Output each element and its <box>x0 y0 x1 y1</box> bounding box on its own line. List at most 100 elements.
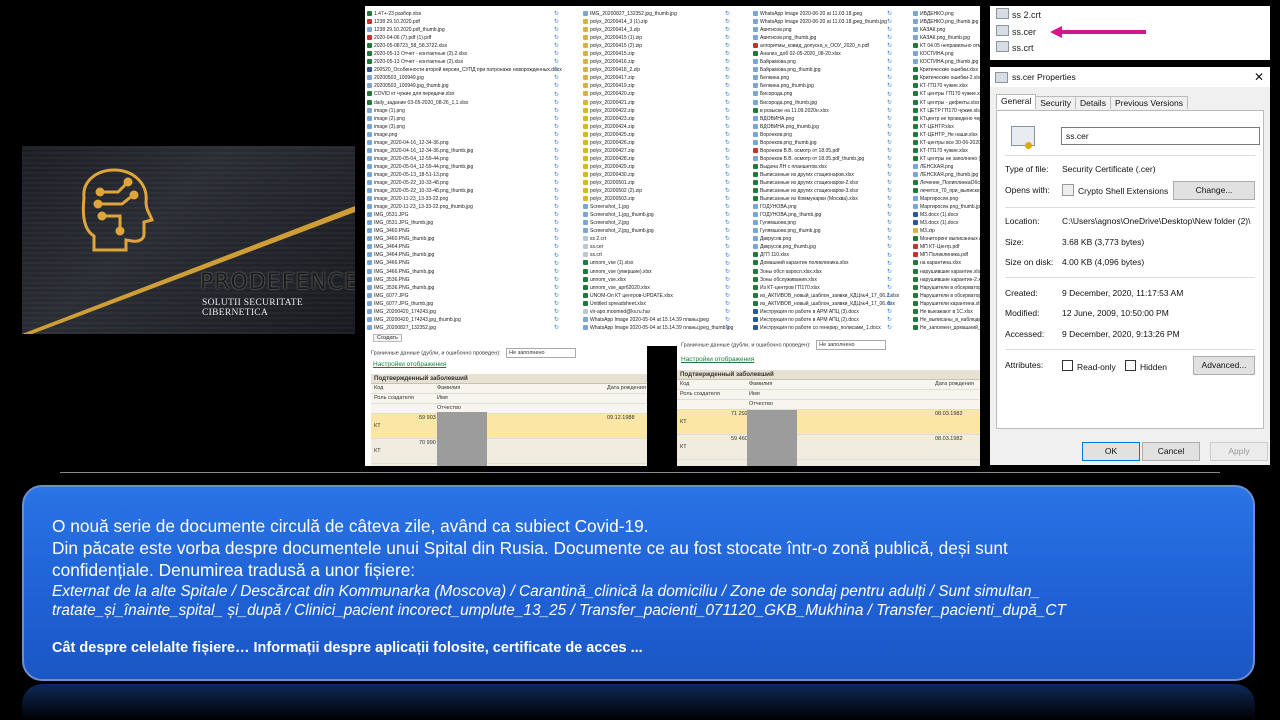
list-item[interactable]: Белкина.png_thumb.jpg <box>753 82 899 90</box>
list-item[interactable]: polyx_20200501.zip <box>583 179 733 187</box>
list-item[interactable]: ГОДУНОВА.png <box>753 203 899 211</box>
list-item[interactable]: Выписанные из других стационаров-2.xlsx <box>753 179 899 187</box>
list-item[interactable]: Воронков В.В. осмотр от 18.05.pdf <box>753 147 899 155</box>
list-item[interactable]: Инструкция по работе со генерир_полисами… <box>753 324 899 332</box>
list-item[interactable]: ЛЕНСКАЯ.png <box>913 163 980 171</box>
list-item[interactable]: ГОДУНОВА.png_thumb.jpg <box>753 211 899 219</box>
list-item[interactable]: IMG_3536.PNG_thumb.jpg <box>367 284 562 292</box>
display-settings-link[interactable]: Настройки отображения <box>681 356 754 363</box>
list-item[interactable]: МП КТ-Центр.pdf <box>913 243 980 251</box>
list-item[interactable]: polyx_20200425.zip <box>583 131 733 139</box>
list-item[interactable]: Нарушители в обсерваторе-2.xlsx <box>913 292 980 300</box>
tab-security[interactable]: Security <box>1035 96 1076 109</box>
table-row[interactable]: КТ 59 460 08.03.1982 <box>677 435 980 460</box>
list-item[interactable]: image (3).png <box>367 123 562 131</box>
list-item[interactable]: 2020-05-13 Отчет - контактные (2).2.xlsx <box>367 50 562 58</box>
list-item[interactable]: Инструкция по работе в АРМ АПЦ (3).docx <box>753 308 899 316</box>
close-icon[interactable]: ✕ <box>1254 70 1264 84</box>
list-item[interactable]: image_2020-11-23_13-33-22.png <box>367 195 562 203</box>
list-item[interactable]: Воронков В.В. осмотр от 18.05.pdf_thumb.… <box>753 155 899 163</box>
list-item[interactable]: КОСТИНА.png <box>913 50 980 58</box>
list-item[interactable]: в розыске на 11.09.2020н.xlsx <box>753 107 899 115</box>
list-item[interactable]: polyx_20200415 (2).zip <box>583 42 733 50</box>
list-item[interactable]: polyx_20200418_2.zip <box>583 66 733 74</box>
apply-button[interactable]: Apply <box>1210 442 1268 461</box>
list-item[interactable]: 20200503_100949.jpg_thumb.jpg <box>367 82 562 90</box>
list-item[interactable]: Бисорода.png <box>753 90 899 98</box>
list-item[interactable]: IMG_20200420_174243.jpg_thumb.jpg <box>367 316 562 324</box>
list-item[interactable]: polyx_20200430.zip <box>583 171 733 179</box>
list-item[interactable]: WhatsApp Image 2020-05-04 at 15.14.39 пл… <box>583 324 733 332</box>
list-item[interactable]: ss.cer <box>583 243 733 251</box>
list-item[interactable]: Байрамова.png <box>753 58 899 66</box>
tab-general[interactable]: General <box>996 94 1037 109</box>
list-item[interactable]: Зоны обслуживания.xlsx <box>753 276 899 284</box>
readonly-checkbox[interactable]: Read-only <box>1062 360 1116 372</box>
list-item[interactable]: IMG_0531.JPG_thumb.jpg <box>367 219 562 227</box>
list-item[interactable]: polyx_20200417.zip <box>583 74 733 82</box>
list-item[interactable]: Анализ_доб 02-05-2020_08-20.xlsx <box>753 50 899 58</box>
list-item[interactable]: Выписанные из других стационаров-3.xlsx <box>753 187 899 195</box>
list-item[interactable]: 2020-05-08723_58_58.3722.xlsx <box>367 42 562 50</box>
list-item[interactable]: Критические ошибки.xlsx <box>913 66 980 74</box>
list-item[interactable]: IMG_3460.PNG <box>367 227 562 235</box>
list-item[interactable]: Белкина.png <box>753 74 899 82</box>
list-item[interactable]: 1238 29.10.2020.pdf_thumb.jpg <box>367 26 562 34</box>
list-item[interactable]: 20200503_100949.jpg <box>367 74 562 82</box>
list-item[interactable]: image_2020-05-22_10-33-48.png <box>367 179 562 187</box>
list-item[interactable]: image_2020-11-23_13-33-22.png_thumb.jpg <box>367 203 562 211</box>
list-item[interactable]: ИВДЕНКО.png <box>913 10 980 18</box>
list-item[interactable]: нарушившие карантин-2.xlsx <box>913 276 980 284</box>
list-item[interactable]: IMG_3466.PNG_thumb.jpg <box>367 268 562 276</box>
list-item[interactable]: КТ центры ГП170 чужие.xlsx <box>913 90 980 98</box>
list-item[interactable]: IMG_6077.JPG <box>367 292 562 300</box>
list-item[interactable]: Из КТ-центров ГП170.xlsx <box>753 284 899 292</box>
list-item[interactable]: Выписанные из других стационаров.xlsx <box>753 171 899 179</box>
list-item[interactable]: Бисорода.png_thumb.jpg <box>753 99 899 107</box>
tab-details[interactable]: Details <box>1074 96 1111 109</box>
display-settings-link[interactable]: Настройки отображения <box>373 361 446 368</box>
table-row[interactable]: КТ 59 903 09.12.1988 <box>371 414 647 439</box>
advanced-button[interactable]: Advanced... <box>1193 356 1255 375</box>
list-item[interactable]: IMG_6077.JPG_thumb.jpg <box>367 300 562 308</box>
list-item[interactable]: polyx_20200428.zip <box>583 155 733 163</box>
list-item[interactable]: Лечение_ПолиплинкаОбследование.xlsx <box>913 179 980 187</box>
list-item[interactable]: Мартиросян.png <box>913 195 980 203</box>
create-button[interactable]: Создать <box>373 334 402 342</box>
list-item[interactable]: КТ центры не заполнено (1).xlsx <box>913 155 980 163</box>
list-item[interactable]: IMG_3460.PNG_thumb.jpg <box>367 235 562 243</box>
list-item[interactable]: КТ-ЦЕНТР.xlsx <box>913 123 980 131</box>
list-item[interactable]: image_2020-04-16_12-34-36.png_thumb.jpg <box>367 147 562 155</box>
list-item[interactable]: Не_заполнен_домашний_карантин.xlsx <box>913 324 980 332</box>
list-item[interactable]: polyx_20200415.zip <box>583 50 733 58</box>
list-item[interactable]: Домашний карантин поликлиника.xlsx <box>753 259 899 267</box>
change-button[interactable]: Change... <box>1173 181 1255 200</box>
list-item[interactable]: polyx_20200419.zip <box>583 82 733 90</box>
list-item[interactable]: image_2020-05-04_12-59-44.png_thumb.jpg <box>367 163 562 171</box>
list-item[interactable]: IMG_20200420_174243.jpg <box>367 308 562 316</box>
list-item[interactable]: ВДОВИНА.png_thumb.jpg <box>753 123 899 131</box>
list-item[interactable]: UNOM-Ол КТ центров-UPDATE.xlsx <box>583 292 733 300</box>
list-item[interactable]: image_2020-05-13_18-51-13.png <box>367 171 562 179</box>
list-item[interactable]: 1.47+-23 разбор.xlsx <box>367 10 562 18</box>
list-item[interactable]: КТ ЦЕТР ГП170 чужие.xlsx <box>913 107 980 115</box>
list-item[interactable]: ss 2.crt <box>996 8 1041 22</box>
list-item[interactable]: ss.crt <box>583 251 733 259</box>
list-item[interactable]: Критические ошибки-2.xlsx <box>913 74 980 82</box>
list-item[interactable]: из_АКТИВОВ_новый_шаблон_заявки_КДЦ№4_17_… <box>753 300 899 308</box>
list-item[interactable]: WhatsApp Image 2020-06-20 at 11.03.18.jp… <box>753 10 899 18</box>
file-name-field[interactable]: ss.cer <box>1061 127 1260 145</box>
list-item[interactable]: Не выезжают в 1С.xlsx <box>913 308 980 316</box>
list-item[interactable]: на карантина.xlsx <box>913 259 980 267</box>
list-item[interactable]: ЛЕНСКАЯ.png_thumb.jpg <box>913 171 980 179</box>
list-item[interactable]: polyx_20200414_3.zip <box>583 26 733 34</box>
list-item[interactable]: IMG_3536.PNG <box>367 276 562 284</box>
list-item[interactable]: КАЗАК.png_thumb.jpg <box>913 34 980 42</box>
list-item[interactable]: Байрамова.png_thumb.jpg <box>753 66 899 74</box>
list-item[interactable]: polyx_20200416.zip <box>583 58 733 66</box>
list-item[interactable]: IMG_3464.PNG <box>367 243 562 251</box>
list-item[interactable]: polyx_20200421.zip <box>583 99 733 107</box>
hidden-checkbox[interactable]: Hidden <box>1125 360 1167 372</box>
list-item[interactable]: unnom_vse (умершие).xlsx <box>583 268 733 276</box>
list-item[interactable]: IMG_3466.PNG <box>367 259 562 267</box>
